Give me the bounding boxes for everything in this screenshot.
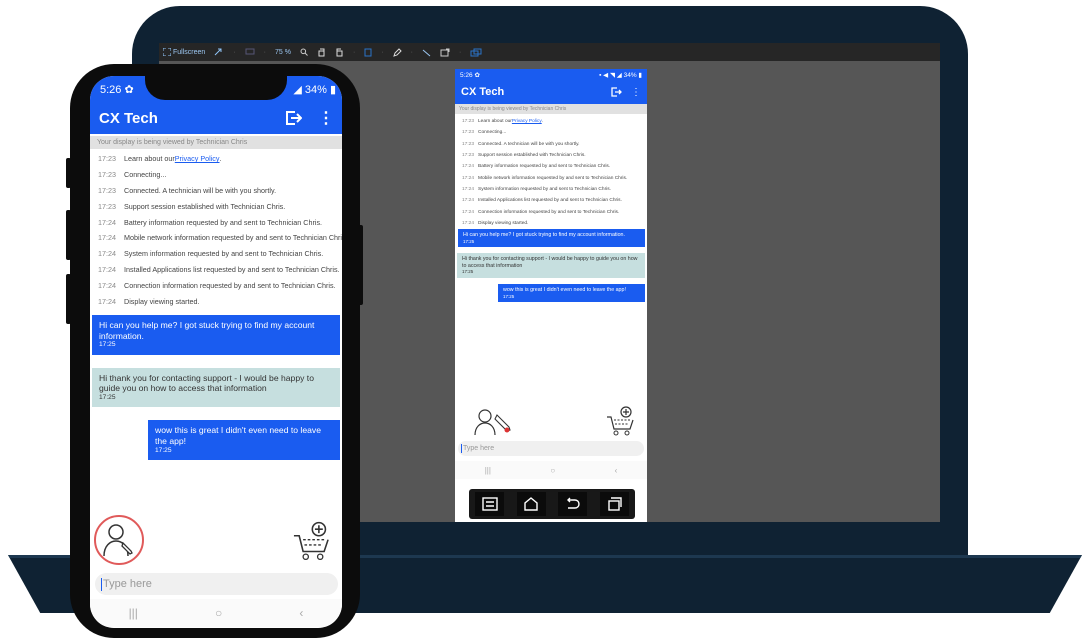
pointer-icon[interactable] (422, 48, 431, 57)
toolbar-divider: · (458, 48, 462, 56)
privacy-policy-link[interactable]: Privacy Policy (512, 119, 542, 124)
log-row: 17:23 Support session established with Te… (98, 201, 286, 211)
log-row: 17:24 Mobile network information requeste… (98, 233, 342, 243)
log-row: 17:24 Installed Applications list request… (98, 264, 340, 274)
toolbar-divider: · (352, 48, 356, 56)
technician-icon[interactable] (473, 407, 513, 437)
more-vert-icon[interactable]: ⋮ (318, 108, 334, 128)
back-nav-icon[interactable]: ‹ (615, 466, 618, 475)
home-icon (524, 497, 538, 511)
menu-icon (482, 497, 498, 511)
technician-icon[interactable] (100, 520, 140, 560)
recents-icon (608, 497, 622, 511)
back-nav-icon[interactable]: ‹ (299, 606, 303, 620)
search-icon[interactable] (300, 48, 308, 56)
monitor-icon[interactable] (245, 48, 255, 56)
chat-bubble-user: Hi can you help me? I got stuck trying t… (458, 228, 645, 248)
phone-screen: 5:26 ✿ ◢ 34% ▮ CX Tech ⋮ Your display is… (90, 76, 342, 628)
chat-bubble-agent: Hi thank you for contacting support - I … (457, 253, 645, 279)
remote-device-display[interactable]: 5:26 ✿ ▪ ◀ ◥ ◢ 34% ▮ CX Tech ⋮ Your disp… (455, 69, 647, 522)
log-row: 17:23 Connected. A technician will be wit… (98, 185, 277, 195)
status-battery: ◢ 34% ▮ (293, 83, 336, 96)
menu-key[interactable] (475, 492, 505, 516)
android-nav-bar: ||| ○ ‹ (90, 599, 342, 627)
log-row: 17:24 System information requested by and… (98, 249, 324, 259)
log-row: 17:24 Installed Applications list request… (462, 198, 622, 204)
home-key[interactable] (516, 492, 546, 516)
log-row: 17:23 Learn about our Privacy Policy. (98, 154, 222, 164)
back-icon (566, 497, 580, 509)
screenshot-icon[interactable] (440, 48, 450, 57)
log-row: 17:24 Mobile network information requeste… (462, 175, 628, 181)
fullscreen-button[interactable]: Fullscreen (163, 48, 205, 56)
text-caret (461, 444, 462, 453)
text-caret (101, 577, 102, 591)
cart-add-icon[interactable] (605, 405, 635, 437)
message-input[interactable]: Type here (458, 441, 644, 456)
log-row: 17:24 Display viewing started. (462, 220, 529, 226)
log-row: 17:24 System information requested by and… (462, 186, 611, 192)
toolbar-divider: · (410, 48, 413, 56)
log-row: 17:24 Connection information requested by… (98, 280, 336, 290)
message-input[interactable]: Type here (95, 573, 338, 595)
rotate-alt-icon[interactable] (335, 48, 344, 57)
session-log: 17:23 Learn about our Privacy Policy. 17:… (455, 114, 647, 229)
status-bar: 5:26 ✿ ▪ ◀ ◥ ◢ 34% ▮ (455, 69, 647, 80)
home-nav-icon[interactable]: ○ (215, 606, 222, 620)
viewing-banner: Your display is being viewed by Technici… (455, 104, 647, 114)
pen-icon[interactable] (392, 47, 402, 57)
home-nav-icon[interactable]: ○ (550, 466, 555, 475)
remote-toolbar: Fullscreen · · 75 % · · · · (159, 43, 940, 61)
status-time: 5:26 ✿ (100, 83, 134, 96)
log-row: 17:24 Battery information requested by an… (462, 164, 611, 170)
log-row: 17:23 Connected. A technician will be wit… (462, 141, 580, 147)
exit-icon[interactable] (284, 109, 302, 127)
log-row: 17:23 Learn about our Privacy Policy. (462, 119, 544, 125)
session-log: 17:23 Learn about our Privacy Policy. 17:… (90, 149, 342, 309)
rotate-icon[interactable] (317, 48, 326, 57)
viewing-banner: Your display is being viewed by Technici… (90, 136, 342, 149)
status-battery: ▪ ◀ ◥ ◢ 34% ▮ (599, 71, 642, 79)
chat-bubble-agent: Hi thank you for contacting support - I … (92, 367, 340, 408)
screens-icon[interactable] (470, 48, 482, 57)
privacy-policy-link[interactable]: Privacy Policy (175, 154, 220, 163)
remote-control-keys (469, 489, 635, 519)
cart-add-icon[interactable] (290, 520, 332, 562)
toolbar-divider: · (381, 48, 384, 56)
zoom-level[interactable]: 75 % (275, 49, 291, 56)
app-title: CX Tech (461, 86, 505, 98)
chat-bubble-user: wow this is great I didn't even need to … (498, 284, 645, 303)
app-header: CX Tech ⋮ (455, 80, 647, 104)
toolbar-divider: · (263, 48, 266, 56)
recents-key[interactable] (599, 492, 629, 516)
action-area (455, 401, 647, 441)
recents-nav-icon[interactable]: ||| (129, 606, 138, 620)
status-time: 5:26 ✿ (460, 71, 480, 79)
android-nav-bar: ||| ○ ‹ (455, 461, 647, 479)
log-row: 17:23 Connecting... (462, 130, 507, 136)
log-row: 17:24 Battery information requested by an… (98, 217, 323, 227)
app-title: CX Tech (99, 109, 158, 127)
log-row: 17:23 Connecting... (98, 170, 167, 180)
fullscreen-icon (163, 48, 171, 56)
back-key[interactable] (558, 492, 588, 516)
phone-notch (145, 64, 287, 100)
fullscreen-label: Fullscreen (173, 48, 206, 56)
toolbar-divider: · (233, 48, 236, 56)
log-row: 17:24 Connection information requested by… (462, 209, 620, 215)
clipboard-icon[interactable] (364, 48, 372, 57)
resize-icon[interactable] (214, 48, 224, 56)
log-row: 17:24 Display viewing started. (98, 296, 200, 306)
action-area (90, 512, 342, 568)
exit-icon[interactable] (610, 86, 622, 98)
log-row: 17:23 Support session established with Te… (462, 153, 586, 159)
chat-bubble-user: wow this is great I didn't even need to … (148, 420, 340, 461)
chat-bubble-user: Hi can you help me? I got stuck trying t… (92, 314, 340, 355)
recents-nav-icon[interactable]: ||| (485, 466, 491, 475)
more-vert-icon[interactable]: ⋮ (631, 87, 641, 98)
app-header: CX Tech ⋮ (90, 102, 342, 134)
